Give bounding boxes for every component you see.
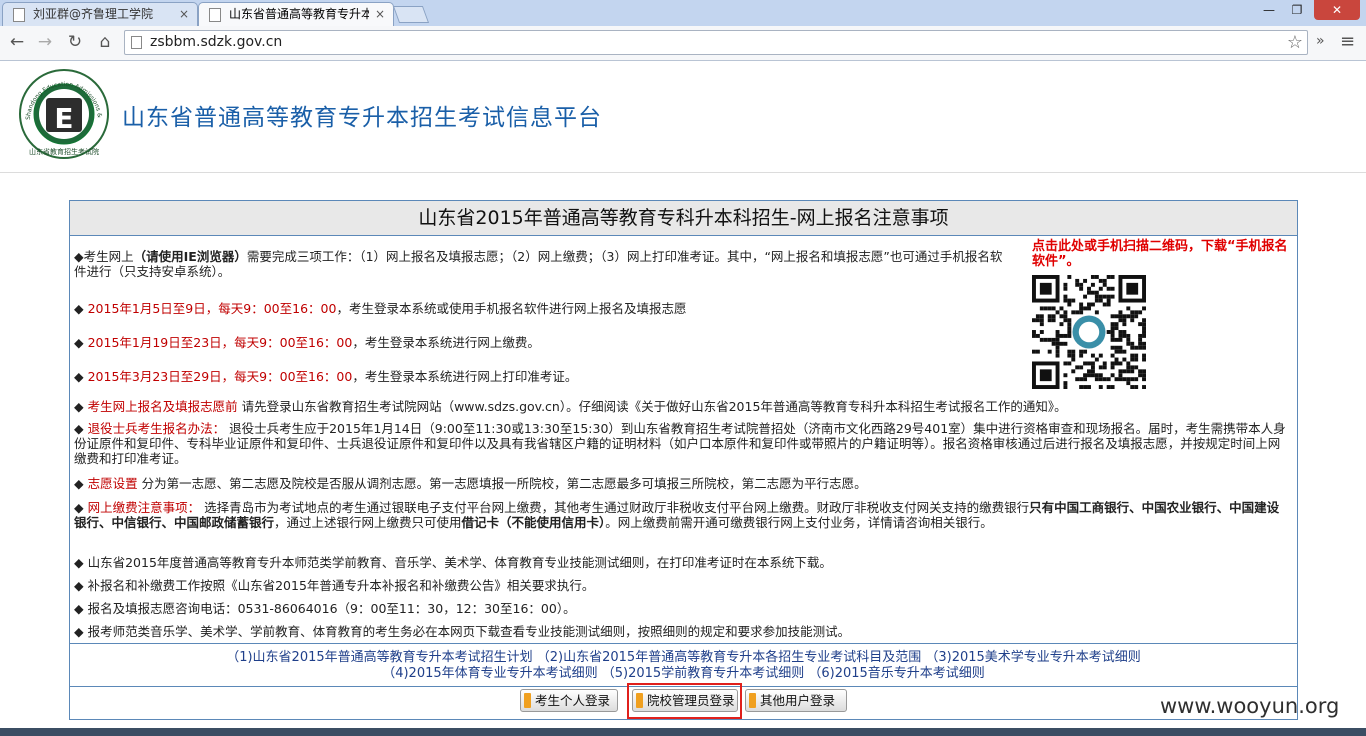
login-icon	[524, 693, 531, 708]
page-icon	[131, 36, 142, 49]
notice-item-skill-test: ◆ 山东省2015年度普通高等教育专升本师范类学前教育、音乐学、美术学、体育教育…	[74, 555, 832, 570]
maximize-button[interactable]: ❐	[1284, 0, 1310, 20]
exam-authority-logo: E Shandong Education Admissions & Examin…	[16, 68, 109, 159]
highlight-box	[627, 683, 742, 719]
link-fine-arts-rules[interactable]: （3)2015美术学专业专升本考试细则	[925, 650, 1140, 665]
back-arrow-icon[interactable]: ←	[6, 31, 28, 53]
login-icon	[749, 693, 756, 708]
login-buttons: 考生个人登录 院校管理员登录 其他用户登录	[70, 683, 1297, 719]
notice-item-normal-majors: ◆ 报考师范类音乐学、美术学、学前教育、体育教育的考生务必在本网页下载查看专业技…	[74, 624, 851, 639]
notice-title: 山东省2015年普通高等教育专科升本科招生-网上报名注意事项	[70, 201, 1297, 236]
registration-notice: 山东省2015年普通高等教育专科升本科招生-网上报名注意事项 点击此处或手机扫描…	[69, 200, 1298, 720]
logo-letter: E	[54, 102, 73, 135]
notice-item-supplementary: ◆ 补报名和补缴费工作按照《山东省2015年普通专升本补报名和补缴费公告》相关要…	[74, 578, 595, 593]
qr-download-link[interactable]: 点击此处或手机扫描二维码，下载“手机报名软件”。	[1032, 239, 1298, 269]
notice-item-volunteer-setting: ◆ 志愿设置 分为第一志愿、第二志愿及院校是否服从调剂志愿。第一志愿填报一所院校…	[74, 476, 867, 491]
other-user-login-button[interactable]: 其他用户登录	[745, 689, 847, 712]
page-icon	[13, 8, 25, 22]
download-links: （1)山东省2015年普通高等教育专升本考试招生计划 （2)山东省2015年普通…	[70, 643, 1297, 687]
notice-item-print-date: ◆ 2015年3月23日至29日，每天9：00至16：00，考生登录本系统进行网…	[74, 369, 578, 384]
reload-icon[interactable]: ↻	[64, 31, 86, 53]
site-title: 山东省普通高等教育专升本招生考试信息平台	[122, 105, 602, 131]
tab-title: 刘亚群@齐鲁理工学院	[33, 7, 154, 21]
link-music-rules[interactable]: （6)2015音乐专升本考试细则	[808, 666, 984, 681]
link-exam-subjects[interactable]: （2)山东省2015年普通高等教育专升本各招生专业考试科目及范围	[537, 650, 921, 665]
forward-arrow-icon[interactable]: →	[34, 31, 56, 53]
close-window-button[interactable]: ✕	[1314, 0, 1360, 20]
logo-bottom-text: 山东省教育招生考试院	[29, 147, 99, 156]
bookmark-star-icon[interactable]: ☆	[1287, 31, 1303, 54]
new-tab-button[interactable]	[392, 6, 430, 23]
notice-item-before-register: ◆ 考生网上报名及填报志愿前 请先登录山东省教育招生考试院网站（www.sdzs…	[74, 399, 1067, 414]
qr-code[interactable]	[1032, 275, 1146, 389]
student-login-button[interactable]: 考生个人登录	[520, 689, 618, 712]
notice-item-hotline: ◆ 报名及填报志愿咨询电话：0531-86064016（9：00至11：30，1…	[74, 601, 576, 616]
tab-title: 山东省普通高等教育专升本招生	[229, 7, 369, 21]
address-bar[interactable]: zsbbm.sdzk.gov.cn ☆	[124, 30, 1308, 55]
tab-close-icon[interactable]: ×	[179, 3, 189, 25]
browser-menu-icon[interactable]: ≡	[1340, 31, 1355, 52]
notice-item-payment-date: ◆ 2015年1月19日至23日，每天9：00至16：00，考生登录本系统进行网…	[74, 335, 540, 350]
minimize-button[interactable]: —	[1256, 0, 1282, 20]
taskbar	[0, 728, 1366, 736]
page-icon	[209, 8, 221, 22]
tab-sdzk[interactable]: 山东省普通高等教育专升本招生 ×	[198, 2, 394, 26]
browser-toolbar: ← → ↻ ⌂ zsbbm.sdzk.gov.cn ☆ » ≡	[0, 26, 1366, 61]
tab-close-icon[interactable]: ×	[375, 3, 385, 25]
address-url[interactable]: zsbbm.sdzk.gov.cn	[150, 31, 282, 54]
tab-liuyaqun[interactable]: 刘亚群@齐鲁理工学院 ×	[2, 2, 198, 26]
header-divider	[0, 172, 1366, 173]
link-enrollment-plan[interactable]: （1)山东省2015年普通高等教育专升本考试招生计划	[226, 650, 532, 665]
extensions-more-icon[interactable]: »	[1316, 33, 1325, 49]
notice-item-overview: ◆考生网上（请使用IE浏览器）需要完成三项工作：（1）网上报名及填报志愿；（2）…	[74, 249, 1003, 279]
watermark: www.wooyun.org	[1160, 694, 1340, 718]
tab-strip: 刘亚群@齐鲁理工学院 × 山东省普通高等教育专升本招生 × — ❐ ✕	[0, 0, 1366, 26]
notice-item-veterans: ◆ 退役士兵考生报名办法： 退役士兵考生应于2015年1月14日（9:00至11…	[74, 421, 1286, 466]
home-icon[interactable]: ⌂	[94, 31, 116, 53]
notice-item-registration-date: ◆ 2015年1月5日至9日，每天9：00至16：00，考生登录本系统或使用手机…	[74, 301, 687, 316]
link-preschool-rules[interactable]: （5)2015学前教育专升本考试细则	[602, 666, 804, 681]
notice-item-payment-notes: ◆ 网上缴费注意事项： 选择青岛市为考试地点的考生通过银联电子支付平台网上缴费，…	[74, 500, 1280, 530]
link-sports-rules[interactable]: （4)2015年体育专业专升本考试细则	[382, 666, 597, 681]
